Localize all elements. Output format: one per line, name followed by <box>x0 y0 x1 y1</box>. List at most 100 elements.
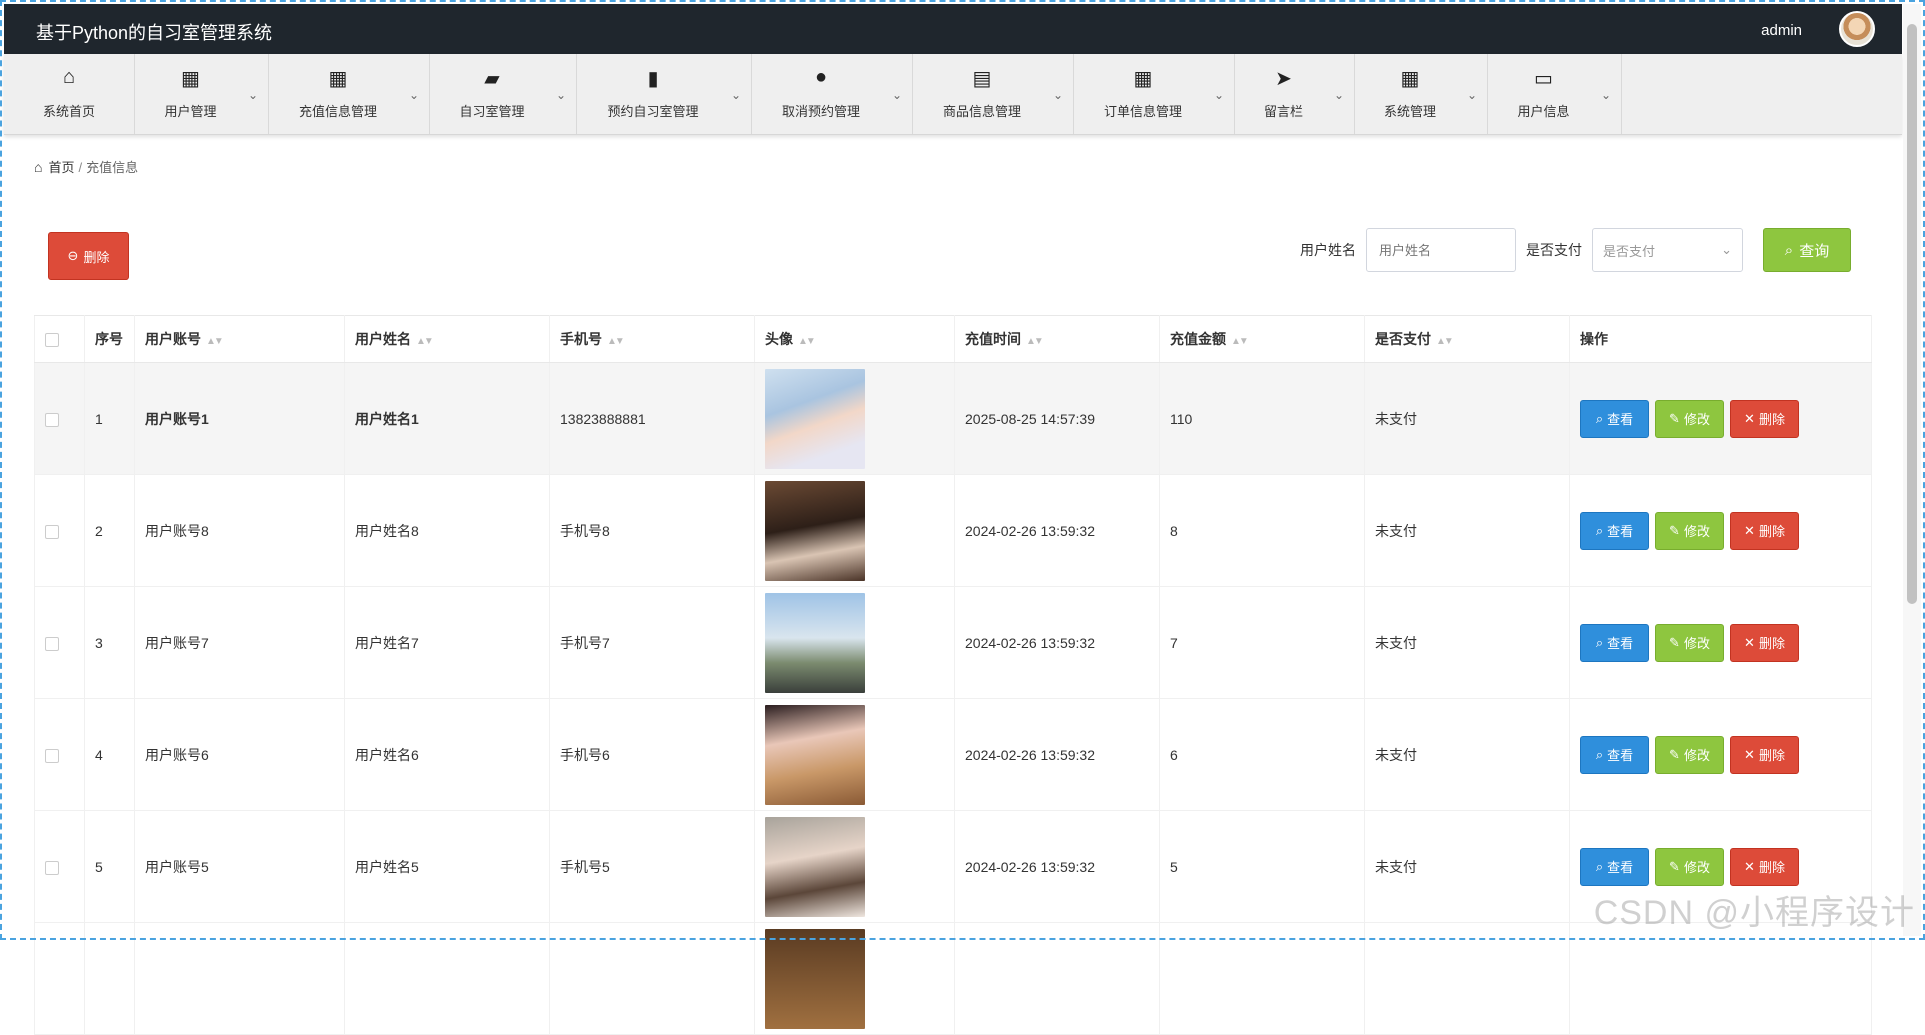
paid-filter-label: 是否支付 <box>1526 242 1582 258</box>
col-account[interactable]: 用户账号 ▲▼ <box>134 315 345 363</box>
edit-button[interactable]: ✎ 修改 <box>1655 735 1724 774</box>
view-button[interactable]: ⌕ 查看 <box>1580 399 1649 438</box>
header-bar: 基于Python的自习室管理系统 admin <box>4 4 1902 54</box>
paper-plane-icon: ➤ <box>1275 68 1292 90</box>
breadcrumb-separator: / <box>78 160 83 175</box>
chevron-down-icon: ⌄ <box>1466 88 1477 102</box>
col-avatar[interactable]: 头像 ▲▼ <box>754 315 955 363</box>
col-name[interactable]: 用户姓名 ▲▼ <box>344 315 550 363</box>
view-button[interactable]: ⌕ 查看 <box>1580 511 1649 550</box>
view-button[interactable]: ⌕ 查看 <box>1580 735 1649 774</box>
chevron-down-icon: ⌄ <box>1600 88 1611 102</box>
nav-item-system-management[interactable]: ▦ 系统管理 ⌄ <box>1355 54 1488 134</box>
cell-time: 2024-02-26 13:59:32 <box>954 698 1160 811</box>
avatar-image[interactable] <box>765 816 865 917</box>
view-button[interactable]: ⌕ 查看 <box>1580 847 1649 886</box>
cell-phone: 手机号7 <box>549 586 755 699</box>
cell-index: 5 <box>84 810 135 923</box>
nav-item-product-management[interactable]: ▤ 商品信息管理 ⌄ <box>913 54 1074 134</box>
edit-icon: ✎ <box>1669 522 1680 538</box>
row-checkbox[interactable] <box>45 860 59 875</box>
batch-delete-button[interactable]: ⊖ 删除 <box>48 232 129 280</box>
sort-icon[interactable]: ▲▼ <box>416 336 434 347</box>
avatar-image[interactable] <box>765 368 865 469</box>
chevron-down-icon: ⌄ <box>1721 242 1732 257</box>
delete-button[interactable]: ✕ 删除 <box>1730 399 1799 438</box>
avatar-image[interactable] <box>765 480 865 581</box>
delete-button[interactable]: ✕ 删除 <box>1730 735 1799 774</box>
sort-icon[interactable]: ▲▼ <box>798 336 816 347</box>
scrollbar-thumb[interactable] <box>1907 24 1917 604</box>
sort-icon[interactable]: ▲▼ <box>206 336 224 347</box>
nav-item-user-management[interactable]: ▦ 用户管理 ⌄ <box>135 54 269 134</box>
name-filter-input[interactable] <box>1366 228 1516 272</box>
grid-icon: ▦ <box>1400 68 1420 90</box>
sort-icon[interactable]: ▲▼ <box>1436 336 1454 347</box>
sort-icon[interactable]: ▲▼ <box>1231 336 1249 347</box>
row-checkbox[interactable] <box>45 636 59 651</box>
query-button[interactable]: ⌕ 查询 <box>1763 228 1851 272</box>
col-index: 序号 <box>84 315 135 363</box>
avatar-image[interactable] <box>765 592 865 693</box>
nav-item-study-room-management[interactable]: ▰ 自习室管理 ⌄ <box>430 54 577 134</box>
sort-icon[interactable]: ▲▼ <box>607 336 625 347</box>
col-paid[interactable]: 是否支付 ▲▼ <box>1364 315 1570 363</box>
col-amount[interactable]: 充值金额 ▲▼ <box>1159 315 1365 363</box>
nav-item-user-info[interactable]: ▭ 用户信息 ⌄ <box>1488 54 1622 134</box>
select-all-checkbox[interactable] <box>45 333 59 348</box>
grid-icon: ▦ <box>328 68 348 90</box>
user-avatar[interactable] <box>1839 11 1875 47</box>
col-ops: 操作 <box>1569 315 1872 363</box>
username[interactable]: admin <box>1761 22 1802 39</box>
close-icon: ✕ <box>1744 746 1755 762</box>
cell-account: 用户账号8 <box>134 474 345 587</box>
row-checkbox[interactable] <box>45 412 59 427</box>
nav-item-reservation-management[interactable]: ▮ 预约自习室管理 ⌄ <box>577 54 752 134</box>
edit-button[interactable]: ✎ 修改 <box>1655 847 1724 886</box>
nav-item-order-management[interactable]: ▦ 订单信息管理 ⌄ <box>1074 54 1235 134</box>
close-icon: ✕ <box>1744 410 1755 426</box>
sort-icon[interactable]: ▲▼ <box>1026 336 1044 347</box>
nav-item-cancel-reservation[interactable]: ● 取消预约管理 ⌄ <box>752 54 913 134</box>
delete-button[interactable]: ✕ 删除 <box>1730 623 1799 662</box>
avatar-image[interactable] <box>765 928 865 1029</box>
edit-icon: ✎ <box>1669 410 1680 426</box>
cell-phone: 手机号8 <box>549 474 755 587</box>
col-phone[interactable]: 手机号 ▲▼ <box>549 315 755 363</box>
search-icon: ⌕ <box>1595 746 1604 762</box>
close-icon: ✕ <box>1744 634 1755 650</box>
row-checkbox[interactable] <box>45 524 59 539</box>
view-button[interactable]: ⌕ 查看 <box>1580 623 1649 662</box>
table-row[interactable]: 1 用户账号1 用户姓名1 13823888881 2025-08-25 14:… <box>34 362 1872 475</box>
table-row[interactable]: 2 用户账号8 用户姓名8 手机号8 2024-02-26 13:59:32 8… <box>34 474 1872 587</box>
nav-item-home[interactable]: ⌂ 系统首页 <box>4 54 135 134</box>
chevron-down-icon: ⌄ <box>1333 88 1344 102</box>
nav-item-message-board[interactable]: ➤ 留言栏 ⌄ <box>1235 54 1355 134</box>
cell-paid: 未支付 <box>1364 474 1570 587</box>
delete-button[interactable]: ✕ 删除 <box>1730 511 1799 550</box>
edit-button[interactable]: ✎ 修改 <box>1655 399 1724 438</box>
row-checkbox[interactable] <box>45 748 59 763</box>
clipboard-icon: ▤ <box>972 68 992 90</box>
search-icon: ⌕ <box>1595 522 1604 538</box>
edit-button[interactable]: ✎ 修改 <box>1655 623 1724 662</box>
cell-index: 3 <box>84 586 135 699</box>
home-icon[interactable]: ⌂ <box>34 159 42 175</box>
nav-item-recharge-management[interactable]: ▦ 充值信息管理 ⌄ <box>269 54 430 134</box>
cell-amount: 6 <box>1159 698 1365 811</box>
breadcrumb-home[interactable]: 首页 <box>48 160 74 175</box>
table-row[interactable]: 4 用户账号6 用户姓名6 手机号6 2024-02-26 13:59:32 6… <box>34 698 1872 811</box>
delete-button[interactable]: ✕ 删除 <box>1730 847 1799 886</box>
cell-phone: 手机号6 <box>549 698 755 811</box>
table-row[interactable]: 3 用户账号7 用户姓名7 手机号7 2024-02-26 13:59:32 7… <box>34 586 1872 699</box>
minus-circle-icon: ⊖ <box>67 248 79 263</box>
chevron-down-icon: ⌄ <box>1213 88 1224 102</box>
paid-filter-placeholder: 是否支付 <box>1603 243 1656 259</box>
cell-index: 4 <box>84 698 135 811</box>
cell-index: 1 <box>84 362 135 475</box>
col-time[interactable]: 充值时间 ▲▼ <box>954 315 1160 363</box>
edit-button[interactable]: ✎ 修改 <box>1655 511 1724 550</box>
paid-filter-select[interactable]: 是否支付 ⌄ <box>1592 228 1743 272</box>
close-icon: ✕ <box>1744 522 1755 538</box>
avatar-image[interactable] <box>765 704 865 805</box>
